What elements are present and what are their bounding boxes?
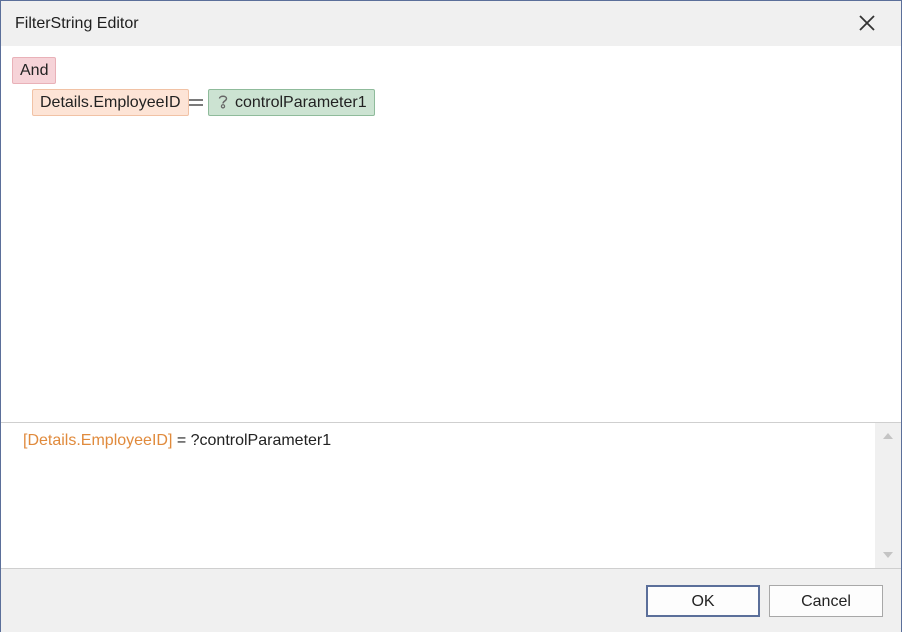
- scroll-up-arrow-icon: [883, 433, 893, 439]
- parameter-value: controlParameter1: [235, 94, 367, 111]
- condition-value-parameter[interactable]: controlParameter1: [208, 89, 375, 116]
- expression-field: [Details.EmployeeID]: [23, 432, 173, 449]
- ok-button[interactable]: OK: [646, 585, 760, 617]
- window-title: FilterString Editor: [15, 15, 139, 32]
- cancel-button[interactable]: Cancel: [769, 585, 883, 617]
- close-icon: [859, 15, 875, 31]
- filterstring-editor-dialog: FilterString Editor And Details.Employee…: [0, 0, 902, 632]
- expression-rest: = ?controlParameter1: [172, 432, 332, 449]
- filter-tree-editor: And Details.EmployeeID controlParameter1: [1, 46, 901, 422]
- dialog-footer: OK Cancel: [1, 568, 901, 632]
- condition-operator-equals[interactable]: [189, 89, 203, 116]
- expression-text-area[interactable]: [Details.EmployeeID] = ?controlParameter…: [1, 423, 875, 568]
- scroll-down-button[interactable]: [878, 545, 898, 565]
- close-button[interactable]: [857, 13, 877, 33]
- scroll-up-button[interactable]: [878, 426, 898, 446]
- condition-field[interactable]: Details.EmployeeID: [32, 89, 189, 116]
- parameter-icon: [218, 95, 228, 109]
- title-bar: FilterString Editor: [1, 1, 901, 46]
- vertical-scrollbar[interactable]: [875, 423, 901, 568]
- expression-text: [Details.EmployeeID] = ?controlParameter…: [23, 432, 331, 450]
- group-operator-and[interactable]: And: [12, 57, 57, 84]
- scroll-down-arrow-icon: [883, 552, 893, 558]
